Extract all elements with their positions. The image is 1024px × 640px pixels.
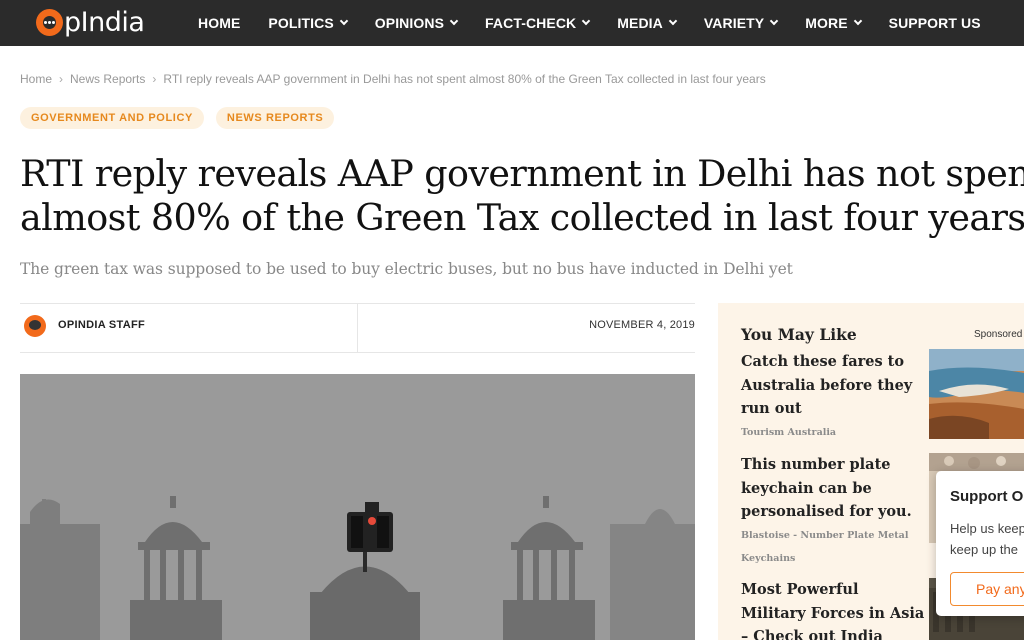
author-avatar[interactable] — [24, 315, 46, 337]
main-menu: HOME POLITICS OPINIONS FACT-CHECK MEDIA … — [198, 0, 1009, 46]
chevron-down-icon — [769, 16, 779, 26]
nav-politics[interactable]: POLITICS — [268, 15, 349, 31]
beach-thumbnail-image — [929, 349, 1024, 439]
recommendation-source: Blastoise - Number Plate Metal Keychains — [741, 529, 909, 564]
category-tags: GOVERNMENT AND POLICY NEWS REPORTS — [20, 107, 346, 129]
nav-more[interactable]: MORE — [805, 15, 862, 31]
nav-label: SUPPORT US — [888, 15, 981, 31]
nav-fact-check[interactable]: FACT-CHECK — [485, 15, 591, 31]
chevron-down-icon — [449, 16, 459, 26]
breadcrumb-separator: › — [59, 72, 64, 86]
you-may-like-title: You May Like — [741, 325, 857, 344]
tag-news-reports[interactable]: NEWS REPORTS — [215, 107, 335, 129]
breadcrumb: Home › News Reports › RTI reply reveals AAP … — [20, 72, 766, 86]
post-date: NOVEMBER 4, 2019 — [589, 319, 695, 331]
nav-label: MORE — [805, 15, 848, 31]
tag-government-and-policy[interactable]: GOVERNMENT AND POLICY — [20, 107, 204, 129]
author-name[interactable]: OPINDIA STAFF — [58, 319, 145, 331]
pay-button[interactable]: Pay any — [950, 572, 1024, 606]
nav-label: HOME — [198, 15, 241, 31]
recommendation-title[interactable]: Catch these fares to Australia before th… — [741, 350, 926, 421]
nav-label: POLITICS — [268, 15, 334, 31]
nav-label: VARIETY — [703, 15, 765, 31]
breadcrumb-home[interactable]: Home — [20, 72, 52, 86]
support-popup-text: Help us keep keep up the — [950, 518, 1024, 560]
breadcrumb-separator: › — [152, 72, 157, 86]
support-popup-line2: keep up the — [950, 542, 1018, 557]
chevron-down-icon — [582, 16, 591, 26]
support-popup-title: Support O — [950, 488, 1024, 505]
recommendation-source: Tourism Australia — [741, 426, 837, 438]
sponsored-label: Sponsored — [974, 329, 1023, 340]
article-title-line1: RTI reply reveals AAP government in Delh… — [20, 152, 1024, 195]
breadcrumb-section[interactable]: News Reports — [70, 72, 145, 86]
breadcrumb-current: RTI reply reveals AAP government in Delh… — [163, 72, 766, 86]
meta-divider — [357, 304, 358, 352]
support-popup-line1: Help us keep — [950, 521, 1024, 536]
nav-support-us[interactable]: SUPPORT US — [889, 15, 981, 31]
recommendation-title[interactable]: Most Powerful Military Forces in Asia – … — [741, 578, 926, 640]
nav-variety[interactable]: VARIETY — [703, 15, 779, 31]
delhi-smog-photo — [20, 374, 695, 640]
site-logo[interactable]: pIndia — [36, 5, 145, 39]
nav-opinions[interactable]: OPINIONS — [374, 15, 459, 31]
recommendation-item[interactable]: Most Powerful Military Forces in Asia – … — [741, 578, 926, 640]
recommendation-title[interactable]: This number plate keychain can be person… — [741, 453, 926, 524]
recommendation-item[interactable]: Catch these fares to Australia before th… — [741, 350, 926, 444]
nav-media[interactable]: MEDIA — [617, 15, 678, 31]
logo-text: pIndia — [64, 6, 145, 38]
opindia-logo-icon — [36, 8, 63, 36]
nav-label: FACT-CHECK — [485, 15, 577, 31]
article-title: RTI reply reveals AAP government in Delh… — [20, 152, 1024, 240]
chevron-down-icon — [853, 16, 862, 26]
recommendation-thumbnail[interactable] — [929, 349, 1024, 439]
top-navbar: pIndia HOME POLITICS OPINIONS FACT-CHECK… — [0, 0, 1024, 46]
chevron-down-icon — [668, 16, 678, 26]
nav-label: OPINIONS — [374, 15, 445, 31]
nav-label: MEDIA — [617, 15, 663, 31]
article-subtitle: The green tax was supposed to be used to… — [20, 260, 793, 278]
chevron-down-icon — [339, 16, 349, 26]
article-hero-image — [20, 374, 695, 640]
nav-home[interactable]: HOME — [198, 15, 240, 31]
recommendation-item[interactable]: This number plate keychain can be person… — [741, 453, 926, 570]
article-meta-bar: OPINDIA STAFF NOVEMBER 4, 2019 — [20, 303, 695, 353]
support-popup: Support O Help us keep keep up the Pay a… — [936, 471, 1024, 616]
article-title-line2: almost 80% of the Green Tax collected in… — [20, 196, 1024, 239]
